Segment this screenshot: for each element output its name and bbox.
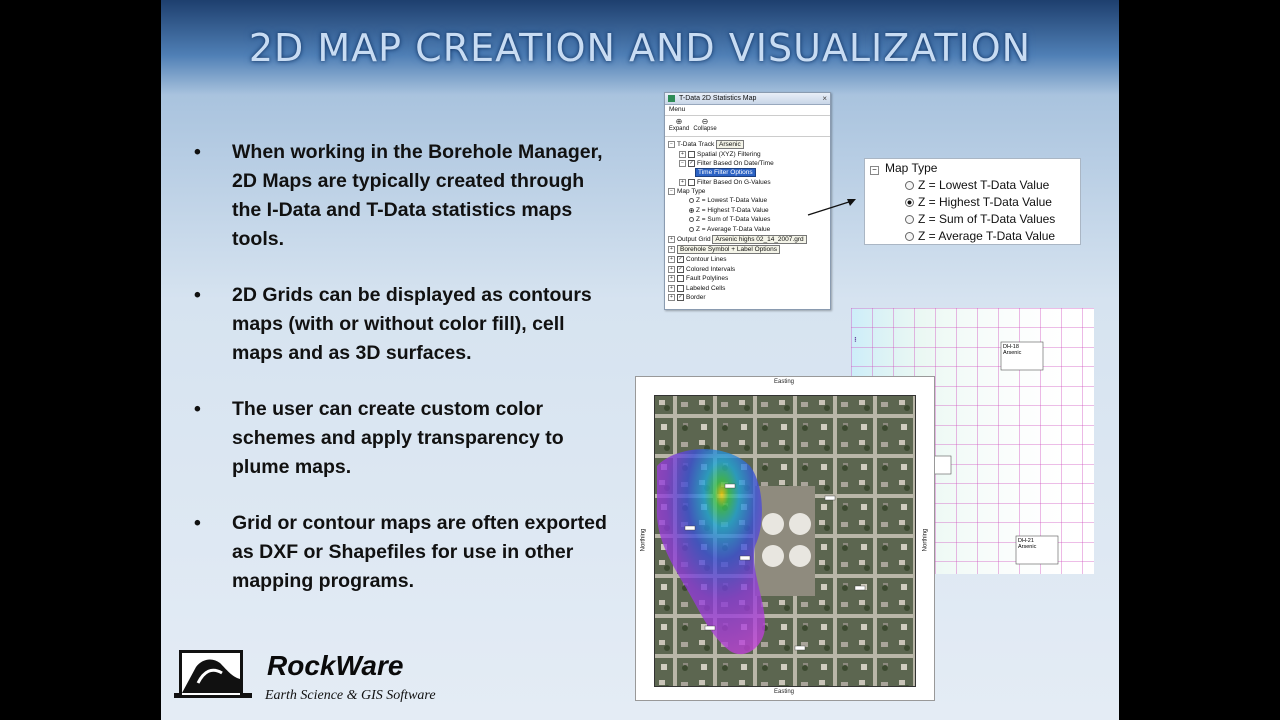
map-type-radio-lowest[interactable]: Z = Lowest T-Data Value <box>905 177 1049 193</box>
map-type-zoom-panel: − Map Type Z = Lowest T-Data Value Z = Hi… <box>864 158 1081 245</box>
collapse-button[interactable]: ⊖ Collapse <box>693 117 717 132</box>
bullet-item: • Grid or contour maps are often exported… <box>194 512 607 592</box>
radio-z-average[interactable]: Z = Average T-Data Value <box>689 226 770 234</box>
easting-label-top: Easting <box>774 379 795 385</box>
northing-label-right: Northing <box>922 528 929 552</box>
time-filter-options-button[interactable]: Time Filter Options <box>695 168 756 177</box>
plume-overlay <box>655 396 915 686</box>
radio-z-lowest[interactable]: Z = Lowest T-Data Value <box>689 197 767 205</box>
zoom-in-icon: ⊕ <box>675 117 683 126</box>
close-icon[interactable]: × <box>822 93 827 104</box>
rockware-logo <box>179 650 243 698</box>
dialog-menu[interactable]: Menu <box>665 105 830 116</box>
dialog-title-bar: T-Data 2D Statistics Map × <box>665 93 830 105</box>
tree-item-labeled-cells[interactable]: + Labeled Cells <box>668 285 725 293</box>
map-type-radio-highest[interactable]: Z = Highest T-Data Value <box>905 194 1052 210</box>
tree-item-borehole-symbol[interactable]: + Borehole Symbol + Label Options <box>668 245 781 255</box>
map-type-radio-sum[interactable]: Z = Sum of T-Data Values <box>905 211 1055 227</box>
map-type-heading: − Map Type <box>870 161 937 175</box>
svg-text:▪▪▪: ▪▪▪ <box>853 336 859 342</box>
tree-item-fault-polylines[interactable]: + Fault Polylines <box>668 275 728 283</box>
brand-name: RockWare <box>267 650 404 681</box>
easting-label-bottom: Easting <box>774 689 795 695</box>
output-grid-field[interactable]: Arsenic highs 02_14_2007.grd <box>712 235 807 245</box>
tree-item-map-type[interactable]: − Map Type <box>668 188 705 196</box>
tree-item-colored-intervals[interactable]: + ✓ Colored Intervals <box>668 266 735 274</box>
slide: 2D MAP CREATION AND VISUALIZATION • When … <box>161 0 1119 720</box>
mountain-icon <box>182 659 240 693</box>
collapse-icon[interactable]: − <box>870 166 879 175</box>
radio-z-sum[interactable]: Z = Sum of T-Data Values <box>689 216 770 224</box>
slide-title: 2D MAP CREATION AND VISUALIZATION <box>248 26 1032 70</box>
radio-z-highest[interactable]: Z = Highest T-Data Value <box>689 207 769 215</box>
tree-item-tdata-track[interactable]: − T-Data Track Arsenic <box>668 140 744 150</box>
tree-item-output-grid[interactable]: + Output Grid Arsenic highs 02_14_2007.gr… <box>668 235 807 245</box>
tdata-track-select[interactable]: Arsenic <box>716 140 744 150</box>
tree-item-filter-gvalues[interactable]: + Filter Based On G-Values <box>679 179 771 187</box>
dialog-toolbar: ⊕ Expand ⊖ Collapse <box>665 116 830 137</box>
tree-item-spatial-filtering[interactable]: + Spatial (XYZ) Filtering <box>679 151 761 159</box>
borehole-label-dh21: DH-21 Arsenic <box>1018 538 1037 550</box>
tree-item-contour-lines[interactable]: + ✓ Contour Lines <box>668 256 726 264</box>
bullet-item: • When working in the Borehole Manager, 2… <box>194 141 603 250</box>
tree-item-filter-date[interactable]: − ✓ Filter Based On Date/Time <box>679 160 774 168</box>
app-icon <box>668 95 675 102</box>
bullet-list: • When working in the Borehole Manager, 2… <box>191 138 611 623</box>
expand-button[interactable]: ⊕ Expand <box>667 117 691 132</box>
callout-arrow <box>807 199 856 216</box>
borehole-label-dh18: DH-18 Arsenic <box>1003 344 1022 356</box>
plume-map-image: Easting Easting Northing Northing <box>635 376 935 701</box>
tree-item-border[interactable]: + ✓ Border <box>668 294 706 302</box>
northing-label-left: Northing <box>640 528 647 552</box>
brand-tagline: Earth Science & GIS Software <box>265 688 436 703</box>
bullet-item: • 2D Grids can be displayed as contours m… <box>194 284 592 364</box>
zoom-out-icon: ⊖ <box>701 117 709 126</box>
bullet-item: • The user can create custom color scheme… <box>194 398 564 478</box>
map-type-radio-average[interactable]: Z = Average T-Data Value <box>905 228 1055 244</box>
aerial-photo <box>654 395 916 687</box>
